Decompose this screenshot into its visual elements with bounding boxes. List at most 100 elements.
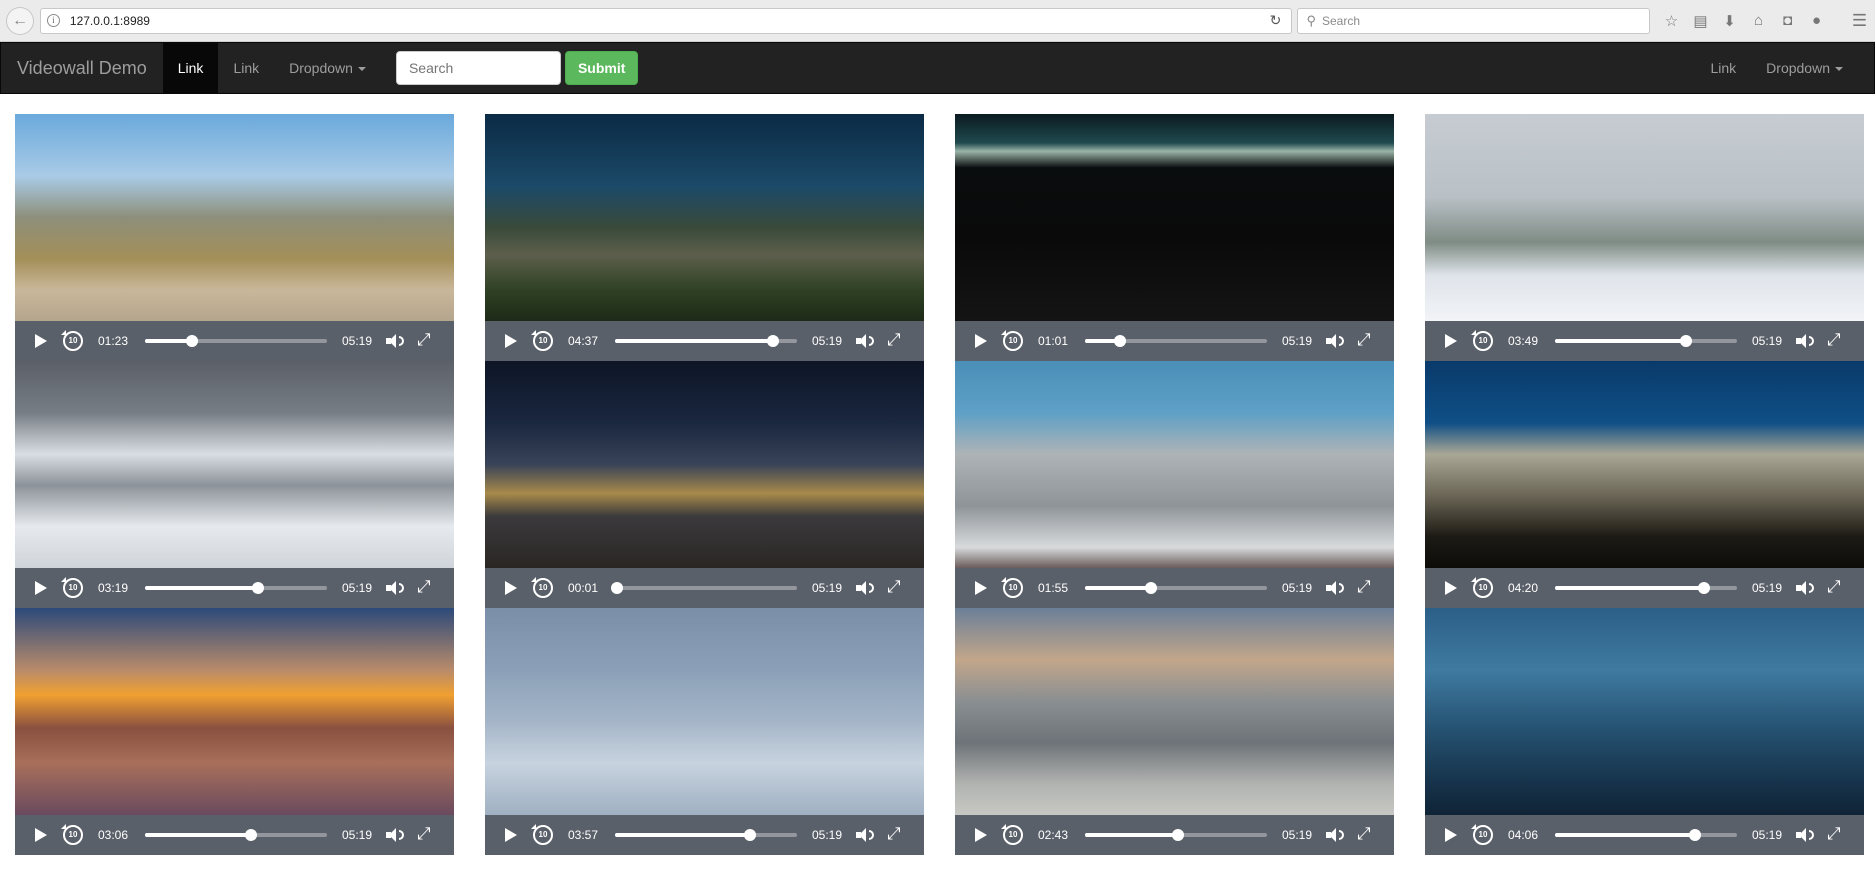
progress-bar[interactable] [1085, 582, 1267, 594]
volume-icon[interactable] [1326, 828, 1344, 842]
reading-list-icon[interactable]: ▤ [1691, 12, 1710, 30]
site-info-icon[interactable]: i [46, 14, 60, 27]
fullscreen-icon[interactable] [887, 824, 901, 844]
progress-bar[interactable] [610, 582, 797, 594]
play-icon[interactable] [505, 828, 517, 842]
video-frame[interactable] [955, 608, 1394, 815]
fullscreen-icon[interactable] [417, 330, 431, 350]
url-bar[interactable]: i 127.0.0.1:8989 ↻ [39, 7, 1293, 34]
progress-handle[interactable] [1113, 335, 1126, 347]
fullscreen-icon[interactable] [417, 824, 431, 844]
progress-bar[interactable] [145, 829, 327, 841]
play-icon[interactable] [975, 828, 987, 842]
replay-10-icon[interactable]: 10 [531, 577, 553, 598]
video-player[interactable]: 10 03:57 05:19 [485, 608, 924, 855]
replay-10-icon[interactable]: 10 [531, 824, 553, 845]
reload-icon[interactable]: ↻ [1265, 12, 1285, 29]
fullscreen-icon[interactable] [417, 577, 431, 597]
progress-handle[interactable] [1171, 829, 1184, 841]
navbar-brand[interactable]: Videowall Demo [1, 43, 163, 93]
replay-10-icon[interactable]: 10 [1471, 577, 1493, 598]
video-frame[interactable] [15, 361, 454, 568]
nav-link[interactable]: Link [218, 43, 274, 93]
video-player[interactable]: 10 04:37 05:19 [485, 114, 924, 361]
fullscreen-icon[interactable] [1357, 824, 1371, 844]
progress-bar[interactable] [1555, 829, 1737, 841]
play-icon[interactable] [35, 581, 47, 595]
menu-icon[interactable]: ☰ [1850, 11, 1869, 31]
video-player[interactable]: 10 01:01 05:19 [955, 114, 1394, 361]
fullscreen-icon[interactable] [1827, 824, 1841, 844]
replay-10-icon[interactable]: 10 [1001, 330, 1023, 351]
video-frame[interactable] [485, 608, 924, 815]
volume-icon[interactable] [856, 828, 874, 842]
fullscreen-icon[interactable] [1357, 330, 1371, 350]
video-player[interactable]: 10 03:49 05:19 [1425, 114, 1864, 361]
video-player[interactable]: 10 01:23 05:19 [15, 114, 454, 361]
play-icon[interactable] [975, 334, 987, 348]
progress-bar[interactable] [1085, 335, 1267, 347]
play-icon[interactable] [505, 334, 517, 348]
progress-bar[interactable] [145, 582, 327, 594]
bookmark-star-icon[interactable]: ☆ [1662, 12, 1681, 30]
video-frame[interactable] [485, 361, 924, 568]
submit-button[interactable]: Submit [564, 51, 639, 85]
video-frame[interactable] [1425, 361, 1864, 568]
video-frame[interactable] [955, 361, 1394, 568]
nav-dropdown-left[interactable]: Dropdown [274, 43, 381, 93]
progress-handle[interactable] [186, 335, 199, 347]
video-player[interactable]: 10 04:20 05:19 [1425, 361, 1864, 608]
volume-icon[interactable] [1796, 334, 1814, 348]
progress-bar[interactable] [615, 829, 797, 841]
progress-handle[interactable] [1680, 335, 1693, 347]
video-player[interactable]: 10 02:43 05:19 [955, 608, 1394, 855]
progress-handle[interactable] [767, 335, 780, 347]
play-icon[interactable] [1445, 581, 1457, 595]
back-button[interactable]: ← [6, 6, 34, 35]
video-frame[interactable] [15, 608, 454, 815]
progress-handle[interactable] [743, 829, 756, 841]
video-player[interactable]: 10 03:19 05:19 [15, 361, 454, 608]
progress-handle[interactable] [1689, 829, 1702, 841]
replay-10-icon[interactable]: 10 [1001, 577, 1023, 598]
fullscreen-icon[interactable] [887, 577, 901, 597]
play-icon[interactable] [505, 581, 517, 595]
progress-handle[interactable] [244, 829, 257, 841]
replay-10-icon[interactable]: 10 [61, 577, 83, 598]
progress-handle[interactable] [251, 582, 264, 594]
volume-icon[interactable] [386, 334, 404, 348]
replay-10-icon[interactable]: 10 [1001, 824, 1023, 845]
volume-icon[interactable] [386, 581, 404, 595]
pocket-icon[interactable]: ◘ [1778, 12, 1797, 29]
home-icon[interactable]: ⌂ [1749, 12, 1768, 29]
replay-10-icon[interactable]: 10 [61, 330, 83, 351]
volume-icon[interactable] [386, 828, 404, 842]
play-icon[interactable] [1445, 334, 1457, 348]
replay-10-icon[interactable]: 10 [61, 824, 83, 845]
replay-10-icon[interactable]: 10 [1471, 824, 1493, 845]
video-frame[interactable] [1425, 608, 1864, 815]
volume-icon[interactable] [1796, 828, 1814, 842]
progress-bar[interactable] [1555, 335, 1737, 347]
volume-icon[interactable] [1326, 581, 1344, 595]
progress-handle[interactable] [1144, 582, 1157, 594]
volume-icon[interactable] [856, 334, 874, 348]
replay-10-icon[interactable]: 10 [1471, 330, 1493, 351]
progress-handle[interactable] [1698, 582, 1711, 594]
video-player[interactable]: 10 03:06 05:19 [15, 608, 454, 855]
download-icon[interactable]: ⬇ [1720, 12, 1739, 30]
nav-link-right[interactable]: Link [1695, 43, 1751, 93]
play-icon[interactable] [975, 581, 987, 595]
play-icon[interactable] [1445, 828, 1457, 842]
video-player[interactable]: 10 00:01 05:19 [485, 361, 924, 608]
fullscreen-icon[interactable] [1357, 577, 1371, 597]
video-frame[interactable] [15, 114, 454, 321]
replay-10-icon[interactable]: 10 [531, 330, 553, 351]
fullscreen-icon[interactable] [1827, 577, 1841, 597]
video-player[interactable]: 10 01:55 05:19 [955, 361, 1394, 608]
browser-search-box[interactable]: ⚲ Search [1297, 7, 1650, 34]
progress-bar[interactable] [145, 335, 327, 347]
video-frame[interactable] [485, 114, 924, 321]
fullscreen-icon[interactable] [1827, 330, 1841, 350]
volume-icon[interactable] [856, 581, 874, 595]
